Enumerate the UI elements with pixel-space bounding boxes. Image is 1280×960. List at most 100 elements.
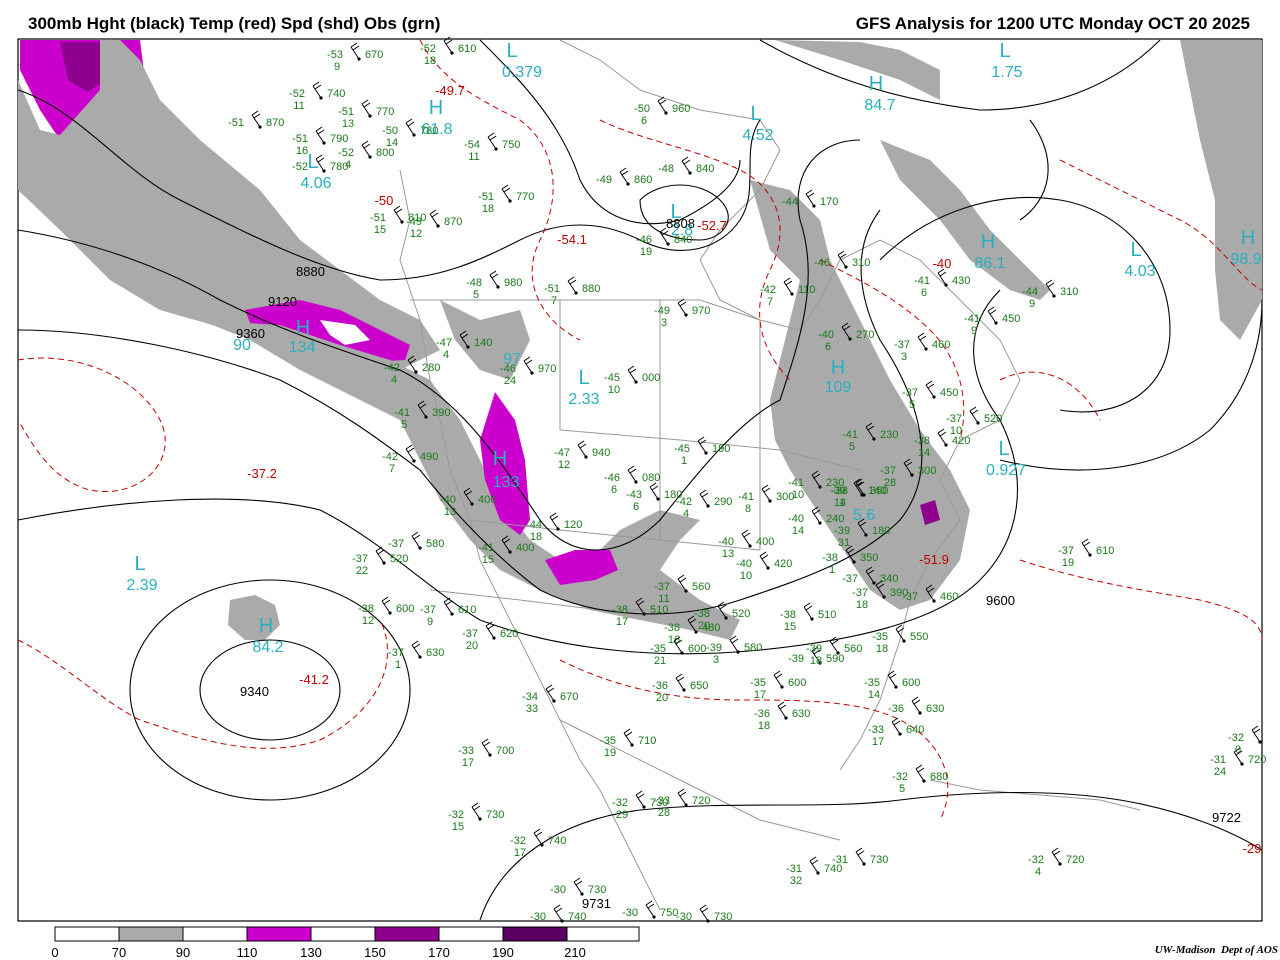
obs-height: 780 xyxy=(330,161,348,173)
obs-temperature: -37 xyxy=(902,387,918,399)
center-marker: L xyxy=(506,40,517,62)
obs-dewpoint-depression: 3 xyxy=(901,351,907,363)
obs-height: 110 xyxy=(798,284,816,296)
obs-temperature: -43 xyxy=(626,489,642,501)
obs-dewpoint-depression: 14 xyxy=(386,137,398,149)
obs-height: 590 xyxy=(826,653,844,665)
center-value: 133 xyxy=(493,474,520,491)
obs-dewpoint-depression: 33 xyxy=(526,703,538,715)
obs-temperature: -31 xyxy=(1210,754,1226,766)
obs-dewpoint-depression: 7 xyxy=(551,295,557,307)
obs-height: 510 xyxy=(818,609,836,621)
obs-height: 600 xyxy=(902,677,920,689)
obs-dewpoint-depression: 6 xyxy=(633,501,639,513)
obs-temperature: -51 xyxy=(370,212,386,224)
center-marker: H xyxy=(259,615,273,637)
obs-temperature: -33 xyxy=(868,724,884,736)
colorbar-bin xyxy=(246,926,312,942)
obs-dewpoint-depression: 12 xyxy=(410,228,422,240)
obs-height: 870 xyxy=(444,216,462,228)
center-marker: L xyxy=(307,151,318,173)
obs-temperature: -38 xyxy=(694,608,710,620)
height-label: 9340 xyxy=(240,684,269,699)
obs-temperature: -39 xyxy=(806,643,822,655)
obs-dewpoint-depression: 20 xyxy=(466,640,478,652)
obs-temperature: -52 xyxy=(338,147,354,159)
center-marker: L xyxy=(134,553,145,575)
obs-dewpoint-depression: 5 xyxy=(849,441,855,453)
obs-height: 140 xyxy=(868,485,886,497)
obs-dewpoint-depression: 16 xyxy=(668,634,680,646)
obs-temperature: -52 xyxy=(289,88,305,100)
obs-temperature: -41 xyxy=(964,313,980,325)
obs-dewpoint-depression: 19 xyxy=(640,246,652,258)
colorbar-tick: 110 xyxy=(237,945,258,960)
obs-height: 730 xyxy=(870,854,888,866)
obs-height: 290 xyxy=(714,496,732,508)
obs-dewpoint-depression: 9 xyxy=(427,616,433,628)
obs-height: 600 xyxy=(688,643,706,655)
obs-temperature: -30 xyxy=(622,907,638,919)
obs-height: 520 xyxy=(732,608,750,620)
obs-height: 970 xyxy=(692,305,710,317)
obs-height: 870 xyxy=(266,117,284,129)
obs-dewpoint-depression: 6 xyxy=(641,115,647,127)
obs-height: 610 xyxy=(458,43,476,55)
obs-temperature: -49 xyxy=(654,305,670,317)
obs-dewpoint-depression: 18 xyxy=(856,599,868,611)
height-label: 9722 xyxy=(1212,810,1241,825)
obs-temperature: -51 xyxy=(292,133,308,145)
obs-temperature: -37 xyxy=(902,591,918,603)
colorbar-bin xyxy=(182,926,248,942)
obs-dewpoint-depression: 19 xyxy=(604,747,616,759)
obs-temperature: -33 xyxy=(458,745,474,757)
obs-temperature: -47 xyxy=(436,337,452,349)
obs-height: 720 xyxy=(692,795,710,807)
obs-temperature: -37 xyxy=(420,604,436,616)
obs-temperature: -49 xyxy=(596,174,612,186)
obs-temperature: -51 xyxy=(338,106,354,118)
obs-dewpoint-depression: 14 xyxy=(918,447,930,459)
obs-dewpoint-depression: 29 xyxy=(616,809,628,821)
obs-height: 350 xyxy=(860,552,878,564)
obs-temperature: -38 xyxy=(914,435,930,447)
obs-height: 240 xyxy=(826,513,844,525)
colorbar-tick: 130 xyxy=(300,945,322,960)
colorbar-tick: 210 xyxy=(564,945,586,960)
center-marker: H xyxy=(981,231,995,253)
obs-temperature: -35 xyxy=(600,735,616,747)
obs-temperature: -42 xyxy=(676,496,692,508)
obs-temperature: -38 xyxy=(612,604,628,616)
obs-temperature: -50 xyxy=(634,103,650,115)
obs-temperature: -41 xyxy=(394,407,410,419)
height-label: 9120 xyxy=(268,294,297,309)
obs-temperature: -44 xyxy=(1022,286,1038,298)
obs-temperature: -51 xyxy=(544,283,560,295)
obs-temperature: -46 xyxy=(604,472,620,484)
obs-height: 390 xyxy=(432,407,450,419)
obs-dewpoint-depression: 11 xyxy=(293,100,304,112)
obs-temperature: -53 xyxy=(327,49,343,61)
obs-dewpoint-depression: 28 xyxy=(658,807,670,819)
obs-dewpoint-depression: 31 xyxy=(838,537,850,549)
obs-dewpoint-depression: 17 xyxy=(616,616,628,628)
obs-height: 730 xyxy=(486,809,504,821)
obs-height: 710 xyxy=(638,735,656,747)
obs-height: 230 xyxy=(880,429,898,441)
center-value: 84.7 xyxy=(864,97,895,114)
obs-temperature: -40 xyxy=(440,494,456,506)
obs-height: 000 xyxy=(642,372,660,384)
obs-dewpoint-depression: 8 xyxy=(745,503,751,515)
center-value: 1.75 xyxy=(991,64,1022,81)
obs-dewpoint-depression: 4 xyxy=(391,374,397,386)
obs-dewpoint-depression: 22 xyxy=(356,565,368,577)
obs-height: 480 xyxy=(702,622,720,634)
center-value: 98.9 xyxy=(1230,251,1261,268)
obs-dewpoint-depression: 14 xyxy=(792,525,804,537)
center-marker: L xyxy=(999,40,1010,62)
obs-height: 270 xyxy=(856,329,874,341)
colorbar-tick: 70 xyxy=(112,945,126,960)
obs-dewpoint-depression: 7 xyxy=(767,296,773,308)
colorbar-bin xyxy=(310,926,376,942)
obs-temperature: -41 xyxy=(842,429,858,441)
